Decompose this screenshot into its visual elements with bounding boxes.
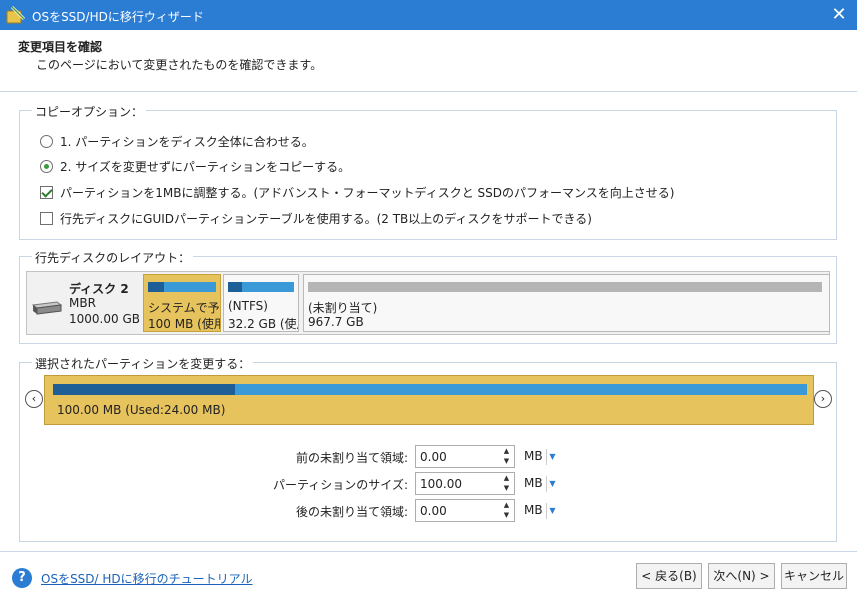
partition-size: 32.2 GB (使用 (228, 317, 298, 331)
option-use-gpt[interactable]: 行先ディスクにGUIDパーティションテーブルを使用する。(2 TB以上のディスク… (40, 209, 592, 227)
option-copy-without-resize-label: 2. サイズを変更せずにパーティションをコピーする。 (60, 159, 351, 174)
unit-dropdown-icon[interactable]: ▼ (546, 476, 558, 492)
change-partition-legend: 選択されたパーティションを変更する： (32, 355, 254, 372)
scroll-right-icon[interactable]: › (814, 390, 832, 408)
checkbox-align-1mb[interactable] (40, 185, 53, 199)
unallocated-before-stepper[interactable]: ▲ ▼ (499, 446, 514, 467)
unallocated-before-unit: MB (524, 449, 543, 463)
radio-copy-without-resize[interactable] (40, 159, 53, 173)
disk-info[interactable]: ディスク 2 MBR 1000.00 GB (27, 272, 143, 334)
main-content: コピーオプション： 1. パーティションをディスク全体に合わせる。 2. サイズ… (0, 93, 857, 551)
next-button[interactable]: 次へ(N) > (708, 563, 775, 589)
option-align-1mb[interactable]: パーティションを1MBに調整する。(アドバンスト・フォーマットディスクと SSD… (40, 183, 674, 201)
partition-label: (NTFS) (228, 299, 268, 313)
footer: ? OSをSSD/ HDに移行のチュートリアル < 戻る(B) 次へ(N) > … (0, 551, 857, 598)
selected-partition-bar[interactable]: 100.00 MB (Used:24.00 MB) (44, 375, 814, 425)
radio-fit-whole-disk[interactable] (40, 134, 53, 148)
disk-name: ディスク 2 (69, 282, 129, 296)
checkbox-use-gpt[interactable] (40, 211, 53, 225)
spin-down-icon[interactable]: ▼ (499, 483, 514, 493)
spin-down-icon[interactable]: ▼ (499, 456, 514, 466)
option-copy-without-resize[interactable]: 2. サイズを変更せずにパーティションをコピーする。 (40, 157, 350, 175)
help-icon[interactable]: ? (12, 568, 32, 588)
partition-label: (未割り当て) (308, 301, 378, 315)
partition-usage-bar (308, 282, 822, 292)
partition-usage-bar (228, 282, 294, 292)
back-button[interactable]: < 戻る(B) (636, 563, 702, 589)
partition-ntfs[interactable]: (NTFS) 32.2 GB (使用 (223, 274, 299, 332)
unallocated-after-unit: MB (524, 503, 543, 517)
selected-partition-used-segment (53, 384, 235, 395)
spin-up-icon[interactable]: ▲ (499, 473, 514, 483)
cancel-button[interactable]: キャンセル (781, 563, 847, 589)
copy-options-legend: コピーオプション： (32, 103, 147, 120)
partition-unallocated[interactable]: (未割り当て) 967.7 GB (303, 274, 830, 332)
partition-usage-bar (148, 282, 216, 292)
unallocated-before-label: 前の未割り当て領域: (295, 451, 408, 465)
partition-label: システムで予約 (148, 301, 220, 315)
disk-layout-legend: 行先ディスクのレイアウト： (32, 249, 194, 266)
scroll-left-icon[interactable]: ‹ (25, 390, 43, 408)
disk-size: 1000.00 GB (69, 312, 140, 326)
selected-partition-usage-bar (53, 384, 807, 395)
window-title: OSをSSD/HDに移行ウィザード (32, 10, 204, 24)
partition-used-segment (228, 282, 242, 292)
disk-type: MBR (69, 296, 96, 310)
partition-size: 967.7 GB (308, 315, 364, 329)
partition-used-segment (148, 282, 164, 292)
partition-size-label: パーティションのサイズ: (273, 478, 408, 492)
unallocated-before-row: 前の未割り当て領域: 0.00 ▲ ▼ MB ▼ (20, 445, 838, 469)
copy-options-group: コピーオプション： 1. パーティションをディスク全体に合わせる。 2. サイズ… (19, 103, 837, 240)
spin-up-icon[interactable]: ▲ (499, 446, 514, 456)
option-fit-whole-disk-label: 1. パーティションをディスク全体に合わせる。 (60, 134, 314, 149)
partition-size-stepper[interactable]: ▲ ▼ (499, 473, 514, 494)
partition-size-unit: MB (524, 476, 543, 490)
partition-system-reserved[interactable]: システムで予約 100 MB (使用 (143, 274, 221, 332)
disk-layout-group: 行先ディスクのレイアウト： ディスク 2 MBR 1000.00 GB システム… (19, 249, 837, 344)
page-title: 変更項目を確認 (18, 40, 103, 54)
tutorial-link[interactable]: OSをSSD/ HDに移行のチュートリアル (41, 570, 253, 587)
title-bar: OSをSSD/HDに移行ウィザード ✕ (0, 0, 857, 30)
hard-disk-icon (31, 301, 63, 315)
spin-up-icon[interactable]: ▲ (499, 500, 514, 510)
option-use-gpt-label: 行先ディスクにGUIDパーティションテーブルを使用する。(2 TB以上のディスク… (60, 211, 592, 226)
close-icon[interactable]: ✕ (827, 3, 851, 27)
page-description: このページにおいて変更されたものを確認できます。 (36, 58, 323, 72)
page-header: 変更項目を確認 このページにおいて変更されたものを確認できます。 (0, 30, 857, 92)
partition-size: 100 MB (使用 (148, 317, 221, 331)
unallocated-after-stepper[interactable]: ▲ ▼ (499, 500, 514, 521)
selected-partition-label: 100.00 MB (Used:24.00 MB) (57, 403, 226, 417)
migrate-wizard-icon (6, 5, 26, 24)
spin-down-icon[interactable]: ▼ (499, 510, 514, 520)
unallocated-after-row: 後の未割り当て領域: 0.00 ▲ ▼ MB ▼ (20, 499, 838, 523)
option-align-1mb-label: パーティションを1MBに調整する。(アドバンスト・フォーマットディスクと SSD… (60, 185, 675, 200)
option-fit-whole-disk[interactable]: 1. パーティションをディスク全体に合わせる。 (40, 132, 314, 150)
unit-dropdown-icon[interactable]: ▼ (546, 503, 558, 519)
disk-map: ディスク 2 MBR 1000.00 GB システムで予約 100 MB (使用… (26, 271, 830, 335)
partition-size-row: パーティションのサイズ: 100.00 ▲ ▼ MB ▼ (20, 472, 838, 496)
unallocated-after-label: 後の未割り当て領域: (295, 505, 408, 519)
unit-dropdown-icon[interactable]: ▼ (546, 449, 558, 465)
change-partition-group: 選択されたパーティションを変更する： ‹ 100.00 MB (Used:24.… (19, 355, 838, 542)
